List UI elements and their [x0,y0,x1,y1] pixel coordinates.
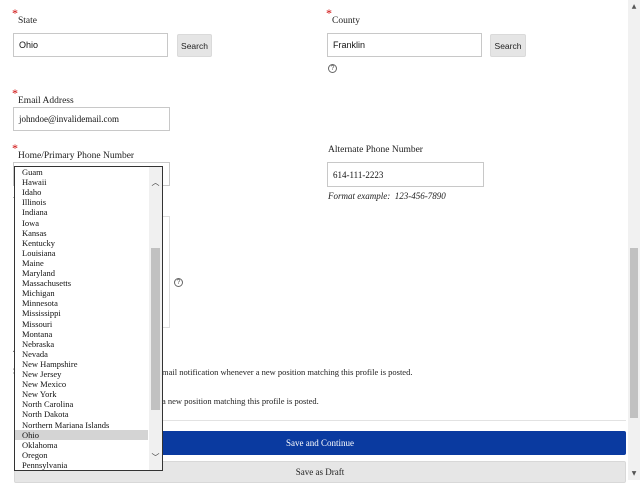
state-dropdown-list[interactable]: Guam Hawaii Idaho Illinois Indiana Iowa Kansas… [14,166,163,471]
dropdown-option[interactable]: New Hampshire [15,359,148,369]
dropdown-option[interactable]: Missouri [15,319,148,329]
email-label: Email Address [18,96,74,106]
required-marker: * [12,141,18,155]
alt-phone-label: Alternate Phone Number [328,145,423,155]
state-search-button[interactable]: Search [177,34,212,57]
dropdown-option[interactable]: Kentucky [15,238,148,248]
dropdown-option[interactable]: Idaho [15,187,148,197]
county-help-icon[interactable]: ? [328,64,337,73]
page-scrollbar-thumb[interactable] [630,248,638,418]
dropdown-option[interactable]: Nebraska [15,339,148,349]
dropdown-scrollbar-thumb[interactable] [151,248,160,410]
dropdown-option[interactable]: Oregon [15,450,148,460]
notification-option-text: mail notification whenever a new positio… [162,367,413,377]
dropdown-option[interactable]: North Dakota [15,409,148,419]
dropdown-option[interactable]: Iowa [15,218,148,228]
dropdown-option[interactable]: Maryland [15,268,148,278]
state-label-wrap: * State [12,6,37,28]
dropdown-option[interactable]: Kansas [15,228,148,238]
alt-phone-format-hint: Format example: 123-456-7890 [328,191,446,201]
dropdown-option[interactable]: New Mexico [15,379,148,389]
dropdown-option[interactable]: Maine [15,258,148,268]
alt-phone-input[interactable]: 614-111-2223 [327,162,484,187]
help-icon[interactable]: ? [174,278,183,287]
dropdown-option[interactable]: Guam [15,167,148,177]
dropdown-option[interactable]: Michigan [15,288,148,298]
format-prefix: Format example: [328,191,391,201]
scroll-down-chevron-icon[interactable]: ﹀ [149,451,162,463]
email-input[interactable]: johndoe@invalidemail.com [13,107,170,131]
required-marker: * [12,6,18,20]
dropdown-option[interactable]: Illinois [15,197,148,207]
county-label: County [332,16,360,26]
dropdown-option[interactable]: New York [15,389,148,399]
county-label-wrap: * County [326,6,360,28]
home-phone-label: Home/Primary Phone Number [18,151,135,161]
email-label-wrap: * Email Address [12,86,74,108]
scroll-up-chevron-icon[interactable]: ︿ [149,176,162,188]
state-label: State [18,16,37,26]
dropdown-option[interactable]: Mississippi [15,308,148,318]
dropdown-option[interactable]: Hawaii [15,177,148,187]
home-phone-label-wrap: * Home/Primary Phone Number [12,141,135,163]
dropdown-option[interactable]: Nevada [15,349,148,359]
state-input[interactable]: Ohio [13,33,168,57]
dropdown-option[interactable]: Louisiana [15,248,148,258]
page-scroll-down-icon[interactable]: ▼ [628,468,640,478]
format-example: 123-456-7890 [394,191,446,201]
dropdown-option[interactable]: Oklahoma [15,440,148,450]
page-scroll-up-icon[interactable]: ▲ [628,1,640,11]
dropdown-option[interactable]: Montana [15,329,148,339]
county-input[interactable]: Franklin [327,33,482,57]
dropdown-option[interactable]: North Carolina [15,399,148,409]
notification-option-text-2: a new position matching this profile is … [162,396,319,406]
dropdown-option[interactable]: Pennsylvania [15,460,148,470]
dropdown-option[interactable]: Northern Mariana Islands [15,420,148,430]
required-marker: * [326,6,332,20]
county-search-button[interactable]: Search [490,34,526,57]
dropdown-option[interactable]: Massachusetts [15,278,148,288]
dropdown-option[interactable]: New Jersey [15,369,148,379]
required-marker: * [12,86,18,100]
dropdown-option[interactable]: Minnesota [15,298,148,308]
dropdown-option[interactable]: Ohio [15,429,148,440]
dropdown-option[interactable]: Indiana [15,207,148,217]
